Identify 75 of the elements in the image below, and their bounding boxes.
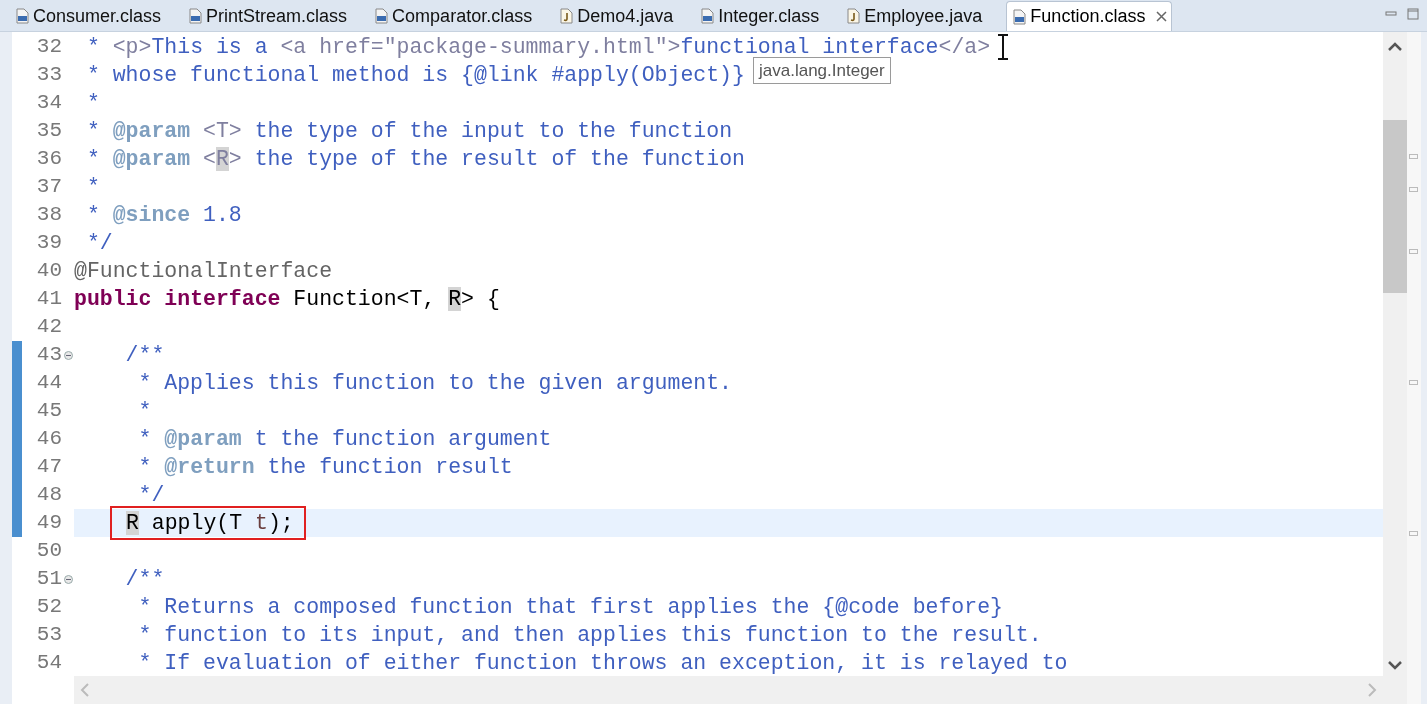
editor-tab[interactable]: Demo4.java: [556, 1, 676, 31]
line-number: 37: [35, 174, 62, 201]
editor-tab[interactable]: Comparator.class: [371, 1, 535, 31]
line-number: 35: [35, 118, 62, 145]
code-line: *: [137, 397, 152, 425]
line-number: 39: [35, 230, 62, 257]
code-line: * @since 1.8: [85, 201, 242, 229]
line-number: 48: [35, 482, 62, 509]
code-line: * @param <T> the type of the input to the function: [85, 117, 733, 145]
class-file-icon: [1011, 8, 1028, 25]
line-number: 40: [35, 258, 62, 285]
line-number: 32: [35, 34, 62, 61]
code-line: * function to its input, and then applies this function to the result.: [137, 621, 1042, 649]
editor-tab[interactable]: Consumer.class: [12, 1, 164, 31]
editor-tab[interactable]: PrintStream.class: [185, 1, 350, 31]
class-file-icon: [187, 8, 204, 24]
overview-ruler-mark[interactable]: [1409, 380, 1418, 385]
class-file-icon: [14, 8, 30, 24]
line-number: 44: [35, 370, 62, 397]
overview-ruler-mark[interactable]: [1409, 249, 1418, 254]
code-line: /**: [124, 565, 165, 593]
line-number: 53: [35, 622, 62, 649]
line-number: 43: [35, 342, 62, 369]
line-number: 36: [35, 146, 62, 173]
tooltip: java.lang.Integer: [753, 57, 891, 84]
overview-ruler-mark[interactable]: [1409, 187, 1418, 192]
code-line: */: [137, 481, 165, 509]
scroll-left-icon[interactable]: [80, 683, 90, 697]
line-number: 47: [35, 454, 62, 481]
scroll-down-icon[interactable]: [1388, 661, 1402, 670]
collapse-icon[interactable]: [63, 574, 73, 584]
scroll-up-icon[interactable]: [1388, 42, 1402, 51]
editor-tab[interactable]: Integer.class: [697, 1, 822, 31]
scroll-right-icon[interactable]: [1367, 683, 1377, 697]
code-line: * @param t the function argument: [137, 425, 552, 453]
code-line: *: [85, 89, 100, 117]
scrollbar-thumb[interactable]: [1383, 120, 1407, 293]
minimize-icon[interactable]: [1385, 8, 1397, 18]
line-number: 33: [35, 62, 62, 89]
line-number: 54: [35, 650, 62, 677]
code-line: * If evaluation of either function throws an exception, it is relayed to: [137, 649, 1068, 676]
code-line: *: [85, 173, 100, 201]
vertical-scrollbar[interactable]: [1383, 32, 1407, 704]
maximize-icon[interactable]: [1407, 8, 1419, 20]
overview-ruler-mark[interactable]: [1409, 154, 1418, 159]
code-line: @FunctionalInterface: [74, 257, 333, 285]
editor-tab[interactable]: Function.class: [1006, 1, 1173, 31]
line-number: 49: [35, 510, 62, 537]
class-file-icon: [699, 8, 716, 24]
collapse-icon[interactable]: [63, 350, 73, 360]
code-line: * Returns a composed function that first applies the {@code before}: [137, 593, 1003, 621]
overview-ruler-mark[interactable]: [1409, 531, 1418, 536]
line-number: 41: [35, 286, 62, 313]
horizontal-scrollbar[interactable]: [74, 676, 1383, 704]
code-line: * @param <R> the type of the result of the function: [85, 145, 745, 173]
line-number: 46: [35, 426, 62, 453]
line-number: 45: [35, 398, 62, 425]
editor-tab[interactable]: Employee.java: [843, 1, 985, 31]
code-line: */: [85, 229, 113, 257]
line-number: 50: [35, 538, 62, 565]
line-number: 51: [35, 566, 62, 593]
code-line: * @return the function result: [137, 453, 513, 481]
line-number: 34: [35, 90, 62, 117]
class-file-icon: [373, 8, 390, 24]
close-icon[interactable]: [1156, 11, 1168, 22]
code-line: * whose functional method is {@link #apply(Object)}: [85, 61, 745, 89]
java-file-icon: [845, 8, 862, 24]
code-line: /**: [124, 341, 165, 369]
line-number: 38: [35, 202, 62, 229]
text-cursor-icon: [996, 34, 1010, 60]
java-file-icon: [558, 8, 575, 24]
code-line: public interface Function<T, R> {: [74, 285, 500, 313]
line-number: 42: [35, 314, 62, 341]
code-line: * Applies this function to the given argument.: [137, 369, 732, 397]
line-number: 52: [35, 594, 62, 621]
